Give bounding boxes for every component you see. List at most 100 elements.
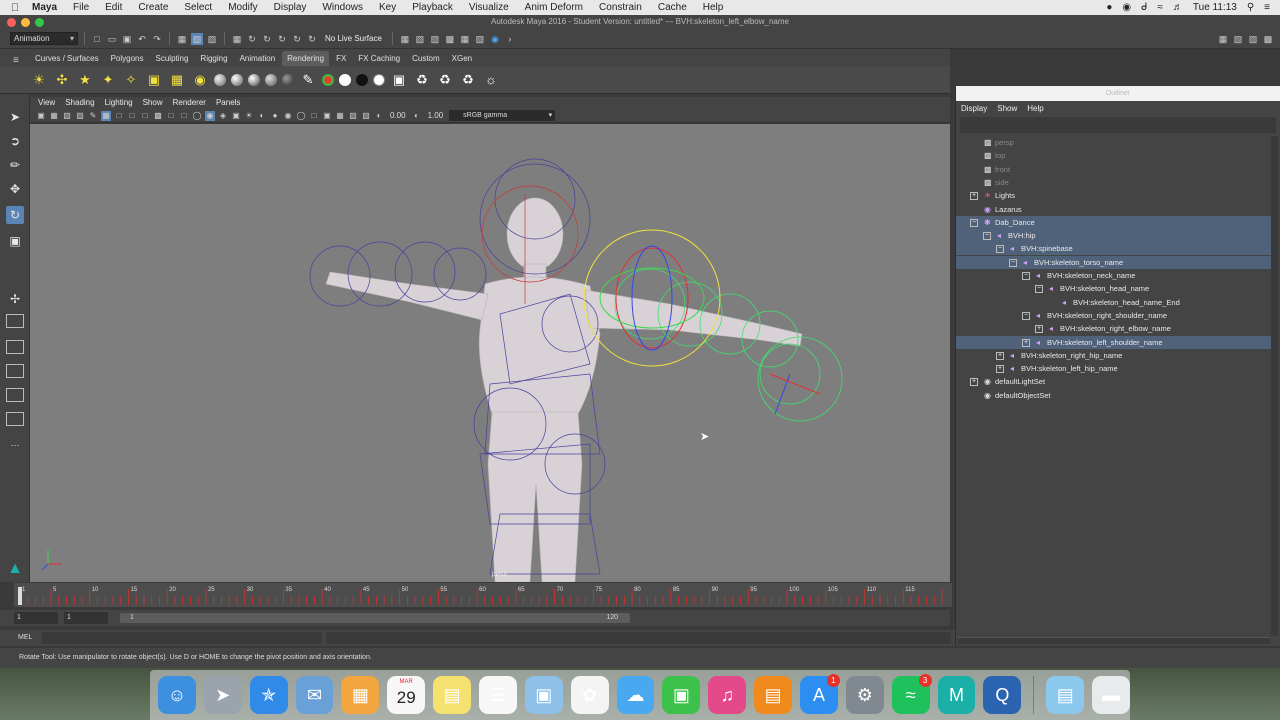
- shelf-tab-rendering[interactable]: Rendering: [282, 51, 330, 66]
- select-object-icon[interactable]: ▧: [191, 32, 203, 45]
- resolution-gate-icon[interactable]: □: [127, 111, 137, 121]
- spot-light-icon[interactable]: ✦: [99, 71, 117, 89]
- outliner-row[interactable]: − ◂ BVH:spinebase: [956, 242, 1272, 256]
- expand-icon[interactable]: +: [1035, 325, 1043, 334]
- chevron-right-icon[interactable]: ›: [504, 33, 516, 45]
- outliner-row[interactable]: − ◂ BVH:skeleton_head_name: [956, 282, 1272, 295]
- hypershade-icon[interactable]: ▦: [459, 33, 471, 45]
- spotify-icon[interactable]: ≈3: [891, 674, 932, 714]
- outliner-row[interactable]: ▩ top: [956, 149, 1272, 162]
- shelf-tab-polygons[interactable]: Polygons: [106, 51, 149, 66]
- rocket-icon[interactable]: ➤: [203, 676, 242, 714]
- gamma-field[interactable]: 1.00: [425, 111, 447, 120]
- outliner-row[interactable]: − ◂ BVH:skeleton_right_shoulder_name: [956, 309, 1272, 322]
- bluetooth-icon[interactable]: ᑯ: [1141, 2, 1147, 13]
- area-light-icon[interactable]: ✧: [122, 71, 140, 89]
- outliner-horizontal-scrollbar[interactable]: [958, 637, 1270, 644]
- render-target-icon[interactable]: ◉: [489, 33, 501, 45]
- clock[interactable]: Tue 11:13: [1193, 2, 1237, 13]
- save-scene-icon[interactable]: ▣: [121, 33, 133, 45]
- make-live-icon[interactable]: ↻: [306, 33, 318, 45]
- outliner-row[interactable]: ▩ front: [956, 163, 1272, 176]
- select-camera-icon[interactable]: ▣: [36, 111, 46, 121]
- smooth-shade-icon[interactable]: ◉: [205, 110, 215, 121]
- layout-custom-icon[interactable]: [6, 412, 24, 426]
- menu-cache[interactable]: Cache: [650, 2, 695, 13]
- motion-blur-icon[interactable]: ◉: [283, 111, 293, 121]
- app-store-icon[interactable]: A1: [800, 674, 840, 714]
- layout-four-view-icon[interactable]: [6, 314, 24, 328]
- ipr-render-icon[interactable]: ▨: [429, 33, 441, 45]
- menu-key[interactable]: Key: [371, 2, 404, 13]
- backface-culling-icon[interactable]: ▨: [361, 111, 371, 121]
- shadows-icon[interactable]: ◐: [257, 111, 267, 121]
- panel-menu-renderer[interactable]: Renderer: [169, 97, 210, 109]
- color-space-dropdown[interactable]: sRGB gamma: [449, 110, 556, 121]
- ambient-occlusion-icon[interactable]: ●: [270, 111, 280, 121]
- lasso-tool-icon[interactable]: ➲: [6, 132, 24, 150]
- menu-select[interactable]: Select: [176, 2, 220, 13]
- expand-icon[interactable]: +: [996, 351, 1004, 360]
- collapse-icon[interactable]: −: [1022, 311, 1030, 320]
- toggle-tool-settings-icon[interactable]: ▩: [1262, 33, 1274, 45]
- camera-attributes-icon[interactable]: ▦: [49, 111, 59, 121]
- menu-playback[interactable]: Playback: [404, 2, 461, 13]
- black-sphere-icon[interactable]: [356, 73, 368, 86]
- outliner-search-input[interactable]: [960, 117, 1276, 133]
- wireframe-on-shaded-icon[interactable]: ◈: [218, 111, 228, 121]
- flower-icon[interactable]: ✿: [570, 676, 609, 714]
- expand-icon[interactable]: +: [970, 378, 978, 387]
- shelf-tab-animation[interactable]: Animation: [235, 51, 281, 66]
- snap-view-icon[interactable]: ↻: [276, 33, 288, 45]
- video-camera-icon[interactable]: ▣: [662, 676, 701, 714]
- menu-anim-deform[interactable]: Anim Deform: [517, 2, 591, 13]
- bookmark-icon[interactable]: ▧: [62, 111, 72, 121]
- collapse-icon[interactable]: −: [1035, 285, 1043, 294]
- spotlight-icon[interactable]: ⚲: [1247, 2, 1254, 13]
- exposure-icon[interactable]: ◐: [374, 111, 384, 121]
- volume-icon[interactable]: ♬: [1173, 2, 1183, 13]
- outliner-row[interactable]: − ✱ Dab_Dance: [956, 215, 1272, 229]
- move-tool-icon[interactable]: ✥: [6, 180, 24, 198]
- outliner-menu-help[interactable]: Help: [1027, 104, 1043, 113]
- stamp-icon[interactable]: ✉: [295, 676, 334, 714]
- menu-windows[interactable]: Windows: [314, 2, 371, 13]
- outliner-row[interactable]: + ◂ BVH:skeleton_right_hip_name: [956, 349, 1272, 362]
- menu-visualize[interactable]: Visualize: [461, 2, 517, 13]
- collapse-icon[interactable]: −: [983, 232, 991, 241]
- outliner-row[interactable]: + ◂ BVH:skeleton_left_shoulder_name: [956, 335, 1272, 349]
- shelf-tab-fx-caching[interactable]: FX Caching: [353, 51, 405, 66]
- new-scene-icon[interactable]: □: [91, 33, 103, 45]
- white-sphere-icon[interactable]: [339, 73, 351, 86]
- menu-constrain[interactable]: Constrain: [591, 2, 650, 13]
- render-teapot-icon[interactable]: ♻: [413, 71, 431, 89]
- scale-tool-icon[interactable]: ▣: [6, 232, 24, 250]
- collapse-icon[interactable]: −: [996, 245, 1004, 254]
- menu-create[interactable]: Create: [130, 2, 176, 13]
- blinn-material-icon[interactable]: [231, 73, 243, 86]
- panel-menu-shading[interactable]: Shading: [61, 97, 98, 109]
- book-icon[interactable]: ▤: [754, 676, 793, 714]
- collapse-icon[interactable]: −: [1009, 258, 1017, 267]
- lambert-material-icon[interactable]: [214, 73, 226, 86]
- music-note-icon[interactable]: ♫: [708, 676, 747, 714]
- outliner-row[interactable]: + ◂ BVH:skeleton_right_elbow_name: [956, 322, 1272, 335]
- isolate-select-icon[interactable]: ▣: [322, 111, 332, 121]
- render-history-icon[interactable]: ▦: [399, 33, 411, 45]
- close-window-icon[interactable]: [7, 18, 16, 27]
- film-gate-icon[interactable]: □: [114, 111, 124, 121]
- batch-render-icon[interactable]: ♻: [459, 71, 477, 89]
- gate-mask-icon[interactable]: □: [140, 111, 150, 121]
- range-slider[interactable]: 1 120: [120, 613, 630, 623]
- shelf-tab-rigging[interactable]: Rigging: [195, 51, 232, 66]
- xray-joints-icon[interactable]: ▧: [348, 111, 358, 121]
- outliner-row[interactable]: ▩ side: [956, 176, 1272, 189]
- layout-persp-outliner-icon[interactable]: [6, 364, 24, 378]
- compass-icon[interactable]: ✯: [249, 676, 288, 714]
- sticky-icon[interactable]: ▤: [433, 676, 472, 714]
- render-region-icon[interactable]: ▣: [390, 71, 408, 89]
- textured-icon[interactable]: ▣: [231, 111, 241, 121]
- rotate-tool-icon[interactable]: ↻: [6, 206, 24, 224]
- expand-icon[interactable]: +: [970, 192, 978, 201]
- start-time-field[interactable]: 1: [14, 612, 58, 624]
